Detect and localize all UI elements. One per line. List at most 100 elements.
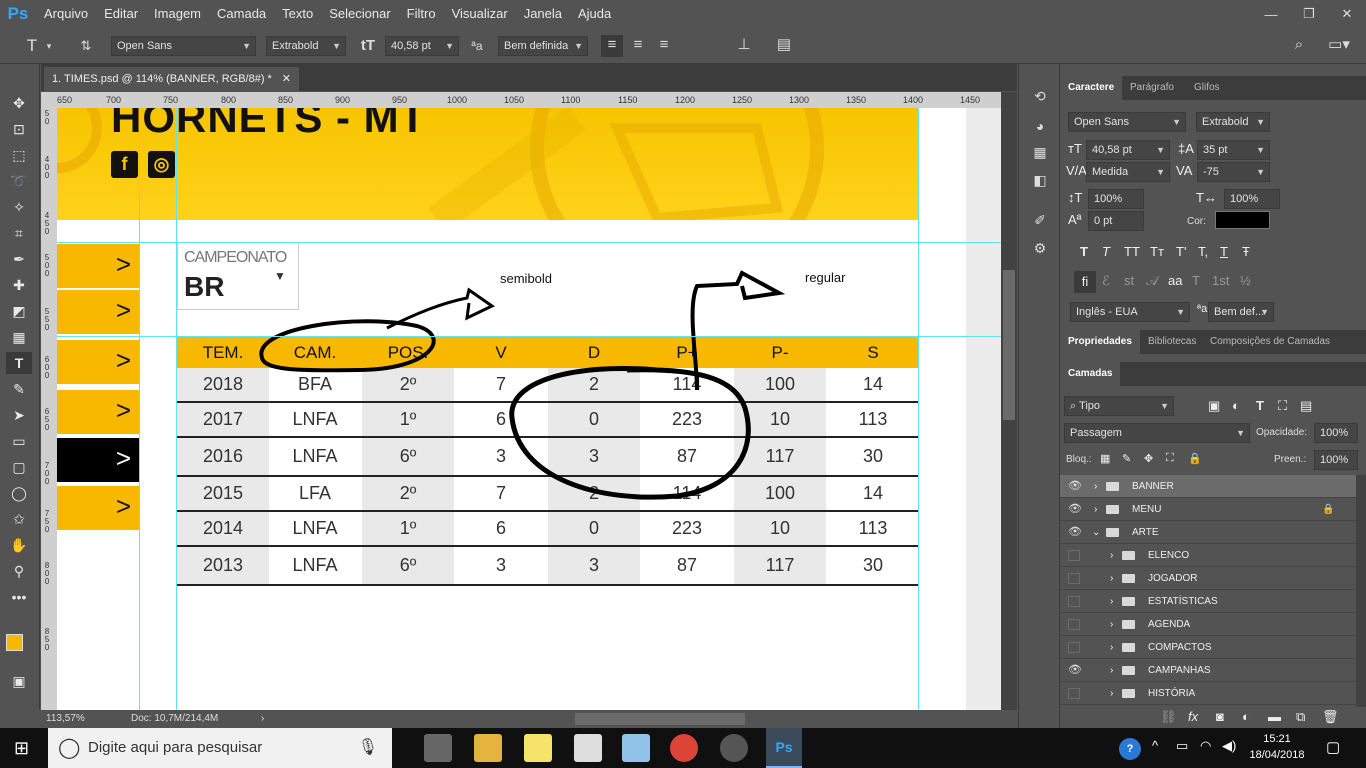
- group-icon[interactable]: ▬: [1268, 709, 1281, 724]
- menu-janela[interactable]: Janela: [516, 0, 570, 28]
- lock-transparent-icon[interactable]: ▦: [1100, 452, 1110, 465]
- faux-bold-button[interactable]: T: [1080, 244, 1088, 259]
- lasso-tool-icon[interactable]: ➰: [6, 170, 32, 192]
- rectangle-tool-icon[interactable]: ▭: [6, 430, 32, 452]
- eye-icon[interactable]: 👁: [1068, 475, 1082, 498]
- trash-icon[interactable]: 🗑: [1322, 709, 1339, 725]
- warp-text-icon[interactable]: ⊥: [733, 35, 755, 55]
- chevron-up-icon[interactable]: ^: [1152, 738, 1158, 753]
- layer-row[interactable]: › HISTÓRIA: [1060, 682, 1356, 705]
- chevron-right-icon[interactable]: ›: [1110, 682, 1113, 705]
- layer-row[interactable]: › AGENDA: [1060, 613, 1356, 636]
- lock-all-icon[interactable]: 🔒: [1188, 452, 1202, 465]
- small-caps-button[interactable]: Tт: [1150, 244, 1164, 259]
- healing-brush-icon[interactable]: ✚: [6, 274, 32, 296]
- lock-artboard-icon[interactable]: ⛶: [1166, 452, 1174, 465]
- eye-icon[interactable]: 👁: [1068, 498, 1082, 521]
- volume-icon[interactable]: ◀): [1222, 738, 1236, 754]
- gradient-tool-icon[interactable]: ▦: [6, 326, 32, 348]
- visibility-toggle[interactable]: [1068, 688, 1080, 699]
- char-antialias-dropdown[interactable]: Bem def... ▼: [1208, 302, 1274, 322]
- fx-icon[interactable]: fx: [1188, 709, 1198, 724]
- chevron-right-icon[interactable]: ›: [1110, 544, 1113, 567]
- notification-icon[interactable]: ▢: [1326, 738, 1340, 756]
- char-size[interactable]: 40,58 pt ▼: [1086, 140, 1170, 160]
- screen-mode-icon[interactable]: ▣: [6, 670, 32, 692]
- zoom-tool-icon[interactable]: ⚲: [6, 560, 32, 582]
- magic-wand-icon[interactable]: ✧: [6, 196, 32, 218]
- char-tracking[interactable]: -75 ▼: [1197, 162, 1270, 182]
- menu-arquivo[interactable]: Arquivo: [36, 0, 96, 28]
- language-dropdown[interactable]: Inglês - EUA ▼: [1070, 302, 1190, 322]
- chevron-right-icon[interactable]: ›: [1094, 475, 1097, 498]
- horizontal-scroll-thumb[interactable]: [575, 713, 745, 725]
- chevron-down-icon[interactable]: ⌄: [1092, 521, 1100, 544]
- char-baseline[interactable]: 0 pt: [1088, 211, 1144, 231]
- fill-input[interactable]: 100%: [1314, 450, 1358, 470]
- char-horizontal-scale[interactable]: 100%: [1224, 189, 1280, 209]
- calculator-app-icon[interactable]: [424, 734, 452, 762]
- align-left-icon[interactable]: ≡: [601, 35, 623, 57]
- tab-propriedades[interactable]: Propriedades: [1060, 330, 1140, 354]
- type-tool-preset-icon[interactable]: T: [22, 36, 42, 56]
- char-kerning[interactable]: Medida ▼: [1086, 162, 1170, 182]
- taskbar-search[interactable]: ◯ Digite aqui para pesquisar 🎙: [48, 728, 392, 768]
- eyedropper-icon[interactable]: ✒: [6, 248, 32, 270]
- sticky-notes-icon[interactable]: [524, 734, 552, 762]
- artboard-tool-icon[interactable]: ⊡: [6, 118, 32, 140]
- menu-visualizar[interactable]: Visualizar: [444, 0, 516, 28]
- filter-adjust-icon[interactable]: ◐: [1232, 398, 1240, 413]
- swatches-icon[interactable]: ▦: [1029, 144, 1051, 164]
- chevron-right-icon[interactable]: ›: [1094, 498, 1097, 521]
- font-family-dropdown[interactable]: Open Sans ▼: [111, 36, 256, 56]
- visibility-toggle[interactable]: [1068, 642, 1080, 653]
- layer-row[interactable]: 👁 ⌄ ARTE: [1060, 521, 1356, 544]
- tab-bibliotecas[interactable]: Bibliotecas: [1140, 330, 1204, 354]
- visibility-toggle[interactable]: [1068, 596, 1080, 607]
- mask-icon[interactable]: ◙: [1216, 709, 1224, 724]
- workspace-icon[interactable]: ▭▾: [1322, 35, 1356, 55]
- link-icon[interactable]: ⛓: [1160, 709, 1177, 725]
- superscript-button[interactable]: T': [1176, 244, 1186, 259]
- layer-row[interactable]: 👁 › CAMPANHAS: [1060, 659, 1356, 682]
- restore-button[interactable]: ❐: [1290, 0, 1328, 28]
- font-style-dropdown[interactable]: Extrabold ▼: [266, 36, 346, 56]
- menu-imagem[interactable]: Imagem: [146, 0, 209, 28]
- minimize-button[interactable]: —: [1252, 0, 1290, 28]
- layer-row[interactable]: › ELENCO: [1060, 544, 1356, 567]
- faux-italic-button[interactable]: T: [1102, 244, 1110, 259]
- fractions-button[interactable]: ½: [1240, 273, 1251, 288]
- lock-position-icon[interactable]: ✥: [1144, 452, 1153, 465]
- battery-icon[interactable]: ▭: [1176, 738, 1188, 754]
- zoom-level[interactable]: 113,57%: [46, 710, 85, 728]
- character-panel-icon[interactable]: ▤: [773, 35, 795, 55]
- app-icon[interactable]: [622, 734, 650, 762]
- visibility-toggle[interactable]: [1068, 573, 1080, 584]
- app-icon[interactable]: [720, 734, 748, 762]
- tab-camadas[interactable]: Camadas: [1060, 362, 1121, 386]
- adjustment-icon[interactable]: ◐: [1242, 709, 1250, 724]
- tab-glifos[interactable]: Glifos: [1186, 76, 1228, 100]
- type-tool-icon[interactable]: T: [6, 352, 32, 374]
- antialias-dropdown[interactable]: Bem definida ▼: [498, 36, 588, 56]
- layer-row[interactable]: › JOGADOR: [1060, 567, 1356, 590]
- char-vertical-scale[interactable]: 100%: [1088, 189, 1144, 209]
- tab-composicoes[interactable]: Composições de Camadas: [1202, 330, 1330, 354]
- tab-caractere[interactable]: Caractere: [1060, 76, 1123, 100]
- eraser-icon[interactable]: ◩: [6, 300, 32, 322]
- filter-type-icon[interactable]: T: [1256, 398, 1264, 413]
- adjustments-icon[interactable]: ◧: [1029, 172, 1051, 192]
- marquee-tool-icon[interactable]: ⬚: [6, 144, 32, 166]
- new-layer-icon[interactable]: ⧉: [1296, 709, 1305, 725]
- eye-icon[interactable]: 👁: [1068, 659, 1082, 682]
- align-center-icon[interactable]: ≡: [627, 35, 649, 55]
- layer-row[interactable]: › ESTATÍSTICAS: [1060, 590, 1356, 613]
- help-icon[interactable]: ?: [1119, 738, 1141, 760]
- menu-texto[interactable]: Texto: [274, 0, 321, 28]
- chevron-down-icon[interactable]: ▾: [44, 36, 54, 56]
- chevron-right-icon[interactable]: ›: [1110, 636, 1113, 659]
- strikethrough-button[interactable]: Ŧ: [1242, 244, 1250, 259]
- old-style-button[interactable]: ℰ: [1102, 273, 1110, 289]
- search-icon[interactable]: ⌕: [1288, 35, 1310, 55]
- menu-filtro[interactable]: Filtro: [399, 0, 444, 28]
